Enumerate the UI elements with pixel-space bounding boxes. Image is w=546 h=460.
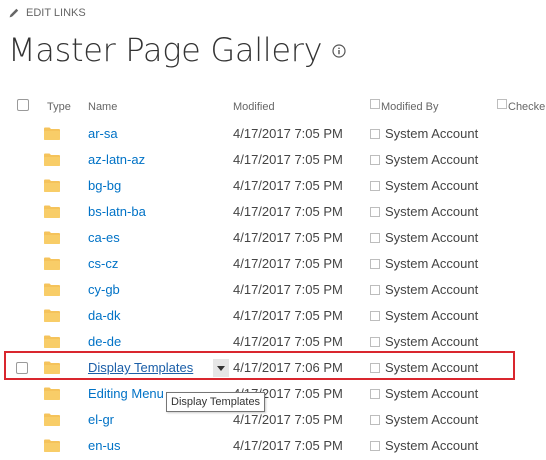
list-item[interactable]: az-latn-az 4/17/2017 7:05 PM System Accoun… [0, 147, 546, 173]
folder-icon [44, 179, 60, 195]
list-item[interactable]: el-gr 4/17/2017 7:05 PM System Account [0, 407, 546, 433]
list-item[interactable]: ca-es 4/17/2017 7:05 PM System Account [0, 225, 546, 251]
presence-checkbox[interactable] [370, 363, 380, 373]
folder-icon [44, 439, 60, 455]
item-modified-by[interactable]: System Account [385, 386, 478, 401]
item-modified: 4/17/2017 7:05 PM [233, 204, 343, 219]
title-row: Master Page Gallery [8, 26, 346, 74]
list-item[interactable]: ar-sa 4/17/2017 7:05 PM System Account [0, 121, 546, 147]
folder-icon [44, 387, 60, 403]
item-name-link[interactable]: de-de [88, 334, 121, 349]
item-modified: 4/17/2017 7:05 PM [233, 308, 343, 323]
item-modified-by[interactable]: System Account [385, 256, 478, 271]
list-header: Type Name Modified Modified By Checke [0, 94, 546, 120]
presence-checkbox[interactable] [370, 441, 380, 451]
list-item[interactable]: cs-cz 4/17/2017 7:05 PM System Account [0, 251, 546, 277]
folder-icon [44, 153, 60, 169]
item-name-link[interactable]: bg-bg [88, 178, 121, 193]
column-modified-by[interactable]: Modified By [381, 101, 438, 113]
presence-checkbox[interactable] [370, 415, 380, 425]
column-checked-out-checkbox[interactable] [497, 99, 507, 109]
item-modified: 4/17/2017 7:05 PM [233, 334, 343, 349]
folder-icon [44, 335, 60, 351]
presence-checkbox[interactable] [370, 259, 380, 269]
presence-checkbox[interactable] [370, 181, 380, 191]
folder-icon [44, 205, 60, 221]
item-modified: 4/17/2017 7:05 PM [233, 412, 343, 427]
presence-checkbox[interactable] [370, 389, 380, 399]
item-name-link[interactable]: da-dk [88, 308, 121, 323]
column-modified[interactable]: Modified [233, 101, 275, 113]
item-modified-by[interactable]: System Account [385, 334, 478, 349]
pencil-icon [8, 7, 20, 19]
item-name-link[interactable]: Editing Menu [88, 386, 164, 401]
folder-icon [44, 361, 60, 377]
item-name-link[interactable]: az-latn-az [88, 152, 145, 167]
item-modified-by[interactable]: System Account [385, 308, 478, 323]
item-name-link[interactable]: ca-es [88, 230, 120, 245]
chevron-down-icon [217, 365, 225, 371]
item-modified: 4/17/2017 7:06 PM [233, 360, 343, 375]
item-modified: 4/17/2017 7:05 PM [233, 256, 343, 271]
select-all-checkbox[interactable] [17, 99, 29, 111]
item-name-link[interactable]: en-us [88, 438, 121, 453]
item-name-link[interactable]: cs-cz [88, 256, 118, 271]
item-modified: 4/17/2017 7:05 PM [233, 126, 343, 141]
folder-icon [44, 231, 60, 247]
folder-icon [44, 127, 60, 143]
item-modified-by[interactable]: System Account [385, 282, 478, 297]
list-item[interactable]: da-dk 4/17/2017 7:05 PM System Account [0, 303, 546, 329]
item-modified-by[interactable]: System Account [385, 412, 478, 427]
list-item[interactable]: cy-gb 4/17/2017 7:05 PM System Account [0, 277, 546, 303]
item-modified: 4/17/2017 7:05 PM [233, 152, 343, 167]
item-name-link[interactable]: Display Templates [88, 360, 193, 375]
item-name-link[interactable]: bs-latn-ba [88, 204, 146, 219]
list-item[interactable]: Display Templates 4/17/2017 7:06 PM System… [0, 355, 546, 381]
presence-checkbox[interactable] [370, 285, 380, 295]
item-modified: 4/17/2017 7:05 PM [233, 282, 343, 297]
item-modified-by[interactable]: System Account [385, 204, 478, 219]
folder-icon [44, 413, 60, 429]
item-modified-by[interactable]: System Account [385, 230, 478, 245]
column-checked-out[interactable]: Checke [508, 101, 545, 113]
item-modified-by[interactable]: System Account [385, 126, 478, 141]
column-modified-by-checkbox[interactable] [370, 99, 380, 109]
list-item[interactable]: bg-bg 4/17/2017 7:05 PM System Account [0, 173, 546, 199]
folder-icon [44, 257, 60, 273]
presence-checkbox[interactable] [370, 155, 380, 165]
item-name-link[interactable]: cy-gb [88, 282, 120, 297]
item-modified: 4/17/2017 7:05 PM [233, 230, 343, 245]
row-checkbox[interactable] [16, 362, 28, 374]
item-modified: 4/17/2017 7:05 PM [233, 438, 343, 453]
column-name[interactable]: Name [88, 101, 117, 113]
tooltip: Display Templates [166, 392, 266, 412]
list-item[interactable]: en-us 4/17/2017 7:05 PM System Account [0, 433, 546, 459]
page-title: Master Page Gallery [8, 31, 323, 69]
item-menu-button[interactable] [213, 359, 229, 377]
presence-checkbox[interactable] [370, 207, 380, 217]
item-name-link[interactable]: el-gr [88, 412, 114, 427]
item-name-link[interactable]: ar-sa [88, 126, 118, 141]
item-modified-by[interactable]: System Account [385, 152, 478, 167]
folder-icon [44, 283, 60, 299]
list-item[interactable]: de-de 4/17/2017 7:05 PM System Account [0, 329, 546, 355]
list-item[interactable]: Editing Menu 4/17/2017 7:05 PM System Acco… [0, 381, 546, 407]
item-modified-by[interactable]: System Account [385, 438, 478, 453]
info-icon[interactable] [332, 43, 346, 63]
column-type[interactable]: Type [47, 101, 71, 113]
presence-checkbox[interactable] [370, 233, 380, 243]
presence-checkbox[interactable] [370, 129, 380, 139]
presence-checkbox[interactable] [370, 337, 380, 347]
item-modified-by[interactable]: System Account [385, 360, 478, 375]
folder-icon [44, 309, 60, 325]
item-modified-by[interactable]: System Account [385, 178, 478, 193]
item-modified: 4/17/2017 7:05 PM [233, 178, 343, 193]
edit-links-button[interactable]: EDIT LINKS [8, 4, 86, 22]
edit-links-label: EDIT LINKS [26, 7, 86, 19]
list-item[interactable]: bs-latn-ba 4/17/2017 7:05 PM System Accoun… [0, 199, 546, 225]
presence-checkbox[interactable] [370, 311, 380, 321]
